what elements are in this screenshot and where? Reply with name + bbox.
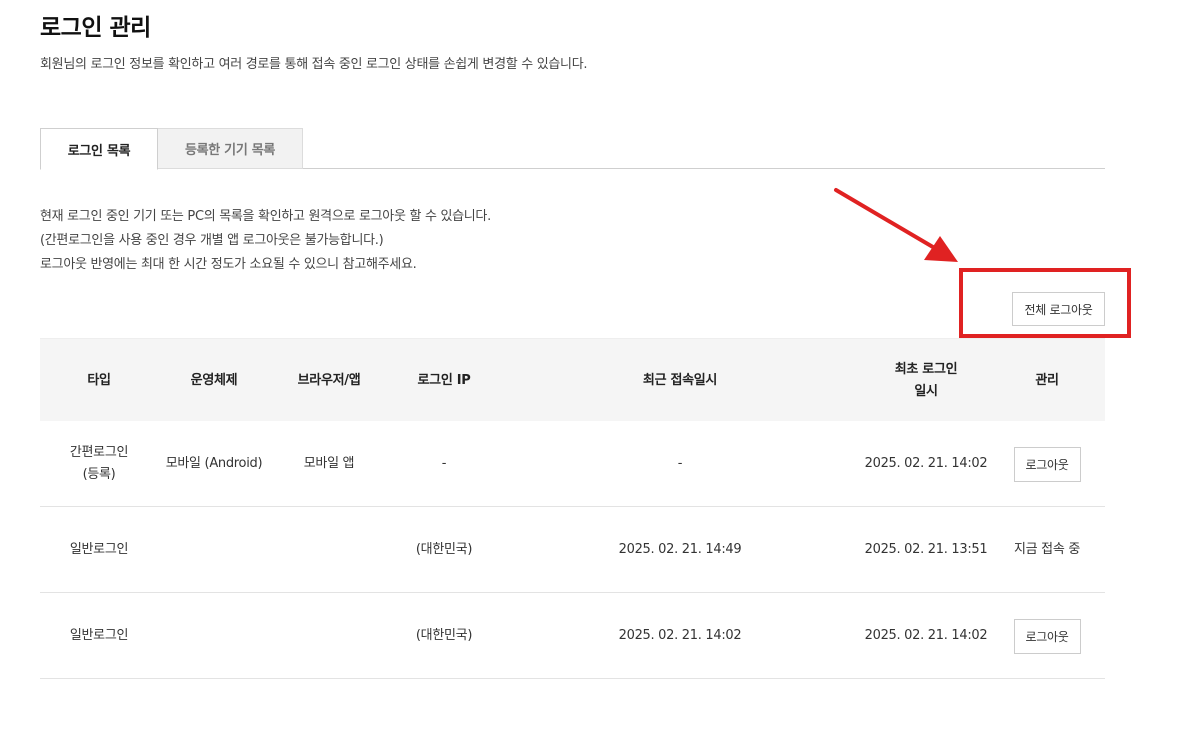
- page-title: 로그인 관리: [40, 15, 151, 41]
- cell-first-login: 2025. 02. 21. 13:51: [864, 542, 988, 557]
- login-table: 타입 운영체제 브라우저/앱 로그인 IP 최근 접속일시 최초 로그인 일시 …: [40, 338, 1105, 679]
- cell-manage-status: 지금 접속 중: [1014, 542, 1080, 557]
- header-os: 운영체제: [190, 372, 238, 388]
- cell-ip: -: [441, 456, 447, 471]
- info-line: 로그아웃 반영에는 최대 한 시간 정도가 소요될 수 있으니 참고해주세요.: [40, 257, 417, 272]
- cell-ip: (대한민국): [388, 507, 500, 593]
- table-row: 일반로그인 (대한민국) 2025. 02. 21. 14:49 2025. 0…: [40, 507, 1105, 593]
- cell-last-access: 2025. 02. 21. 14:02: [618, 628, 742, 643]
- cell-browser: [270, 507, 388, 593]
- header-first-login-line2: 일시: [914, 383, 938, 399]
- logout-all-button[interactable]: 전체 로그아웃: [1012, 292, 1105, 326]
- info-line: (간편로그인을 사용 중인 경우 개별 앱 로그아웃은 불가능합니다.): [40, 233, 384, 248]
- header-ip: 로그인 IP: [417, 372, 471, 388]
- cell-os: [158, 593, 270, 679]
- cell-manage: 로그아웃: [992, 421, 1102, 507]
- cell-type: 간편로그인 (등록): [40, 421, 158, 507]
- cell-ip-country: (대한민국): [415, 542, 473, 557]
- tab-bar: 로그인 목록 등록한 기기 목록: [40, 128, 1105, 170]
- cell-browser: [270, 593, 388, 679]
- header-first-login-line1: 최초 로그인: [894, 361, 958, 377]
- cell-last-access: 2025. 02. 21. 14:49: [618, 542, 742, 557]
- cell-type: 일반로그인: [69, 542, 129, 557]
- header-manage: 관리: [1035, 372, 1059, 388]
- cell-os: 모바일 (Android): [165, 456, 263, 471]
- cell-last-access: -: [677, 456, 683, 471]
- cell-ip: (대한민국): [388, 593, 500, 679]
- cell-first-login: 2025. 02. 21. 14:02: [864, 628, 988, 643]
- cell-os: [158, 507, 270, 593]
- cell-type: 일반로그인: [69, 628, 129, 643]
- cell-type-line1: 간편로그인: [69, 445, 129, 460]
- tab-login-list[interactable]: 로그인 목록: [40, 128, 158, 170]
- cell-ip-country: (대한민국): [415, 628, 473, 643]
- logout-button[interactable]: 로그아웃: [1013, 618, 1081, 654]
- cell-type-line2: (등록): [82, 467, 116, 482]
- page-description: 회원님의 로그인 정보를 확인하고 여러 경로를 통해 접속 중인 로그인 상태…: [40, 57, 588, 72]
- table-row: 일반로그인 (대한민국) 2025. 02. 21. 14:02 2025. 0…: [40, 593, 1105, 679]
- header-first-login: 최초 로그인 일시: [860, 339, 992, 422]
- cell-manage: 로그아웃: [992, 593, 1102, 679]
- info-text: 현재 로그인 중인 기기 또는 PC의 목록을 확인하고 원격으로 로그아웃 할…: [40, 205, 491, 277]
- header-browser: 브라우저/앱: [297, 372, 361, 388]
- table-header: 타입 운영체제 브라우저/앱 로그인 IP 최근 접속일시 최초 로그인 일시 …: [40, 338, 1105, 421]
- header-type: 타입: [87, 372, 111, 388]
- info-line: 현재 로그인 중인 기기 또는 PC의 목록을 확인하고 원격으로 로그아웃 할…: [40, 209, 491, 224]
- cell-first-login: 2025. 02. 21. 14:02: [864, 456, 988, 471]
- tab-registered-devices[interactable]: 등록한 기기 목록: [158, 128, 303, 169]
- logout-button[interactable]: 로그아웃: [1013, 446, 1081, 482]
- header-last-access: 최근 접속일시: [642, 372, 718, 388]
- cell-browser: 모바일 앱: [303, 456, 355, 471]
- table-row: 간편로그인 (등록) 모바일 (Android) 모바일 앱 - - 2025.…: [40, 421, 1105, 507]
- annotation-arrow: [834, 188, 958, 262]
